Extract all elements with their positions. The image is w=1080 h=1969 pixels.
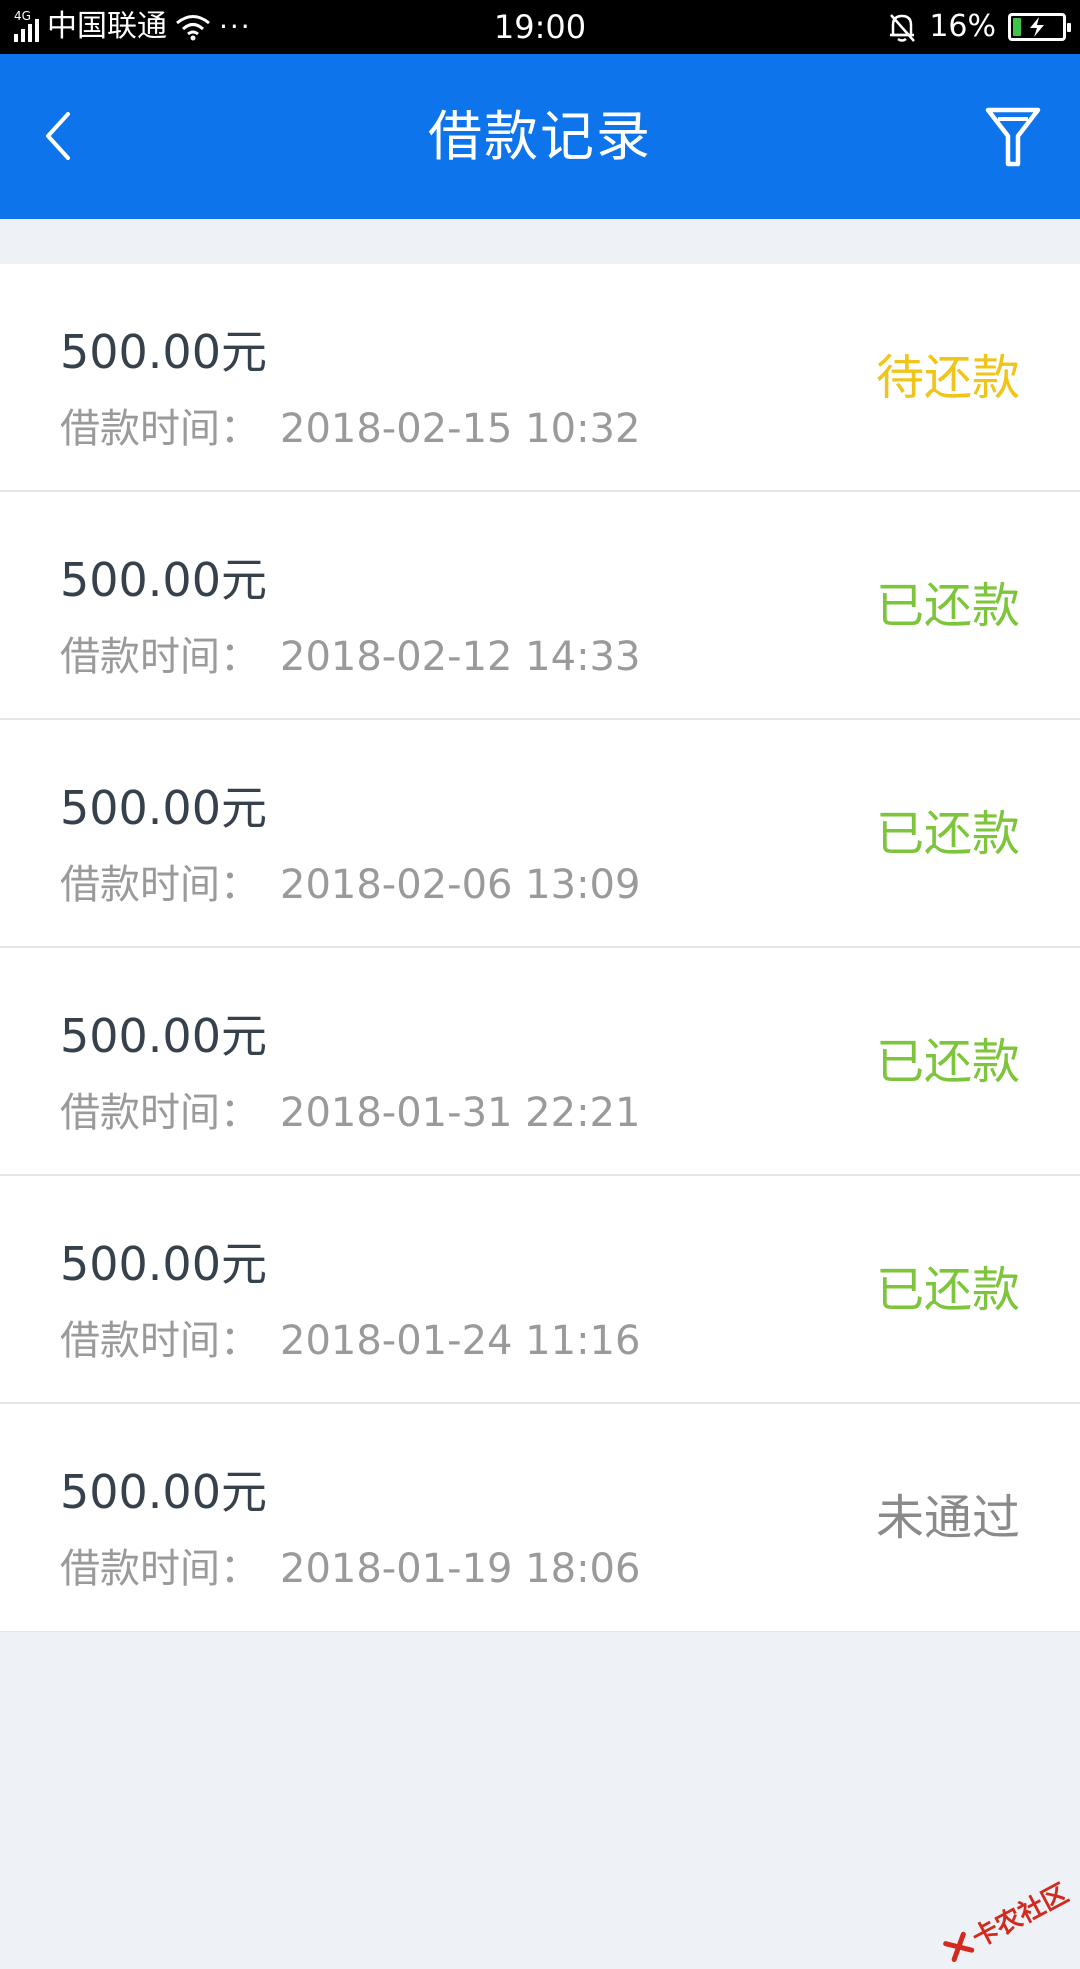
loan-record-row[interactable]: 500.00元借款时间： 2018-02-06 13:09 已还款 (0, 720, 1080, 948)
loan-status: 待还款 (876, 264, 1020, 492)
loan-time-label: 借款时间： (60, 1090, 260, 1136)
loan-status: 已还款 (876, 1176, 1020, 1404)
loan-time-label: 借款时间： (60, 634, 260, 680)
loan-record-row[interactable]: 500.00元借款时间： 2018-01-19 18:06 未通过 (0, 1404, 1080, 1632)
loan-time: 借款时间： 2018-01-19 18:06 (60, 1536, 640, 1594)
bell-muted-icon (887, 11, 917, 43)
loan-time-value: 2018-01-24 11:16 (280, 1318, 640, 1364)
loan-time: 借款时间： 2018-01-31 22:21 (60, 1080, 640, 1138)
loan-record-row[interactable]: 500.00元借款时间： 2018-01-31 22:21 已还款 (0, 948, 1080, 1176)
watermark: 卡农社区 (938, 1873, 1074, 1969)
loan-status: 已还款 (876, 720, 1020, 948)
loan-status: 已还款 (876, 948, 1020, 1176)
battery-percent: 16% (929, 0, 996, 54)
loan-amount: 500.00元 (60, 544, 267, 610)
loan-time: 借款时间： 2018-02-15 10:32 (60, 396, 640, 454)
battery-charging-icon (1008, 13, 1066, 41)
loan-amount: 500.00元 (60, 1456, 267, 1522)
status-bar: 4G 中国联通 ··· 19:00 16% (0, 0, 1080, 54)
bolt-icon (1011, 16, 1063, 38)
loan-time-label: 借款时间： (60, 1318, 260, 1364)
loan-amount: 500.00元 (60, 1000, 267, 1066)
loan-amount: 500.00元 (60, 316, 267, 382)
loan-record-row[interactable]: 500.00元借款时间： 2018-02-12 14:33 已还款 (0, 492, 1080, 720)
loan-time-label: 借款时间： (60, 862, 260, 908)
top-nav-bar: 借款记录 (0, 54, 1080, 219)
loan-time-value: 2018-02-12 14:33 (280, 634, 640, 680)
loan-status: 已还款 (876, 492, 1020, 720)
loan-amount: 500.00元 (60, 1228, 267, 1294)
loan-status: 未通过 (876, 1404, 1020, 1632)
loan-time-value: 2018-02-15 10:32 (280, 406, 640, 452)
loan-record-list: 500.00元借款时间：2018-02-15 10:32待还款500.00元借款… (0, 264, 1080, 1632)
loan-amount: 500.00元 (60, 772, 267, 838)
page-title: 借款记录 (0, 54, 1080, 219)
loan-time-value: 2018-02-06 13:09 (280, 862, 640, 908)
watermark-text: 卡农社区 (965, 1873, 1074, 1955)
loan-record-row[interactable]: 500.00元借款时间： 2018-02-15 10:32 待还款 (0, 264, 1080, 492)
loan-time-label: 借款时间： (60, 1546, 260, 1592)
loan-time-label: 借款时间： (60, 406, 260, 452)
loan-time: 借款时间： 2018-02-12 14:33 (60, 624, 640, 682)
loan-time: 借款时间： 2018-01-24 11:16 (60, 1308, 640, 1366)
loan-time: 借款时间： 2018-02-06 13:09 (60, 852, 640, 910)
filter-icon[interactable] (984, 102, 1042, 172)
loan-time-value: 2018-01-31 22:21 (280, 1090, 640, 1136)
status-right: 16% (887, 0, 1066, 54)
loan-time-value: 2018-01-19 18:06 (280, 1546, 640, 1592)
loan-record-row[interactable]: 500.00元借款时间： 2018-01-24 11:16 已还款 (0, 1176, 1080, 1404)
